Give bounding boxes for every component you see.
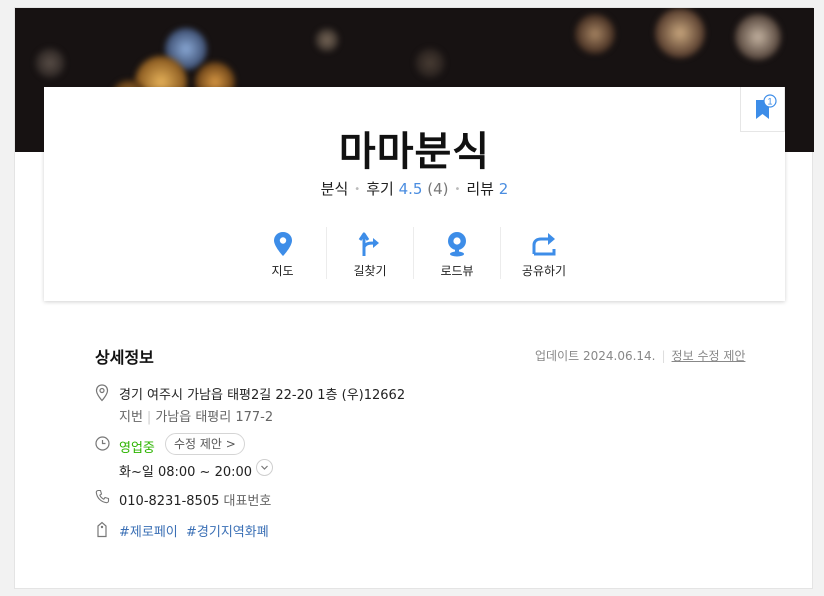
place-meta: 분식 • 후기 4.5 (4) • 리뷰 2 (320, 180, 509, 198)
tag-item[interactable]: #경기지역화폐 (186, 525, 269, 540)
roadview-button[interactable]: 로드뷰 (413, 227, 500, 279)
business-hours: 화~일 08:00 ~ 20:00 (119, 465, 253, 480)
review-link[interactable]: 리뷰 2 (466, 180, 508, 198)
bookmark-icon: 1 (756, 94, 777, 119)
map-button[interactable]: 지도 (239, 227, 326, 279)
lot-address: 지번 | 가남읍 태평리 177-2 (119, 410, 274, 425)
place-page: 마마분식 분식 • 후기 4.5 (4) • 리뷰 2 1 지도 길찾기 로드뷰… (14, 7, 814, 589)
directions-icon (358, 232, 379, 256)
map-pin-icon (273, 232, 292, 256)
tag-item[interactable]: #제로페이 (119, 525, 178, 540)
hours-expand-button[interactable] (256, 459, 273, 476)
place-summary-card: 마마분식 분식 • 후기 4.5 (4) • 리뷰 2 1 지도 길찾기 로드뷰… (44, 87, 785, 301)
open-status: 영업중 (119, 441, 155, 456)
place-title: 마마분식 (338, 129, 491, 175)
action-bar: 지도 길찾기 로드뷰 공유하기 (239, 227, 587, 279)
phone-row: 010-8231-8505 대표번호 (119, 494, 272, 509)
roadview-icon (448, 232, 466, 257)
chevron-down-icon (261, 465, 268, 470)
suggest-edit-link[interactable]: 정보 수정 제안 (672, 349, 746, 363)
phone-icon (95, 489, 110, 504)
update-info: 업데이트 2024.06.14. | 정보 수정 제안 (535, 349, 746, 363)
edit-suggest-pill[interactable]: 수정 제안 > (165, 433, 245, 455)
address-text[interactable]: 경기 여주시 가남읍 태평2길 22-20 1층 (우)12662 (119, 384, 405, 403)
share-icon (532, 233, 556, 256)
tag-list: #제로페이 #경기지역화폐 (119, 521, 269, 540)
bookmark-button[interactable]: 1 (740, 87, 785, 132)
phone-number[interactable]: 010-8231-8505 (119, 494, 219, 509)
category-label: 분식 (320, 180, 349, 198)
location-icon (95, 384, 109, 402)
rating-link[interactable]: 후기 4.5 (4) (366, 180, 448, 198)
tag-icon (97, 521, 107, 538)
update-date: 업데이트 2024.06.14. (535, 349, 656, 363)
svg-text:1: 1 (767, 97, 772, 107)
directions-button[interactable]: 길찾기 (326, 227, 413, 279)
detail-section-title: 상세정보 (95, 348, 154, 367)
clock-icon (95, 436, 110, 451)
share-button[interactable]: 공유하기 (500, 227, 587, 279)
